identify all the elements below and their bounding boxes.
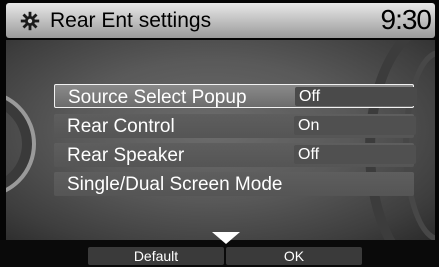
title-bar: Rear Ent settings 9:30	[6, 3, 435, 38]
setting-row-single-dual-screen-mode[interactable]: Single/Dual Screen Mode	[54, 172, 414, 196]
setting-row-rear-speaker[interactable]: Rear Speaker Off	[54, 143, 416, 167]
setting-label: Source Select Popup	[68, 87, 247, 108]
setting-label: Single/Dual Screen Mode	[67, 174, 283, 195]
scroll-down-arrow-icon[interactable]	[212, 232, 240, 244]
default-button[interactable]: Default	[88, 247, 224, 265]
setting-value: Off	[295, 87, 417, 106]
page-title: Rear Ent settings	[50, 9, 212, 32]
clock: 9:30	[380, 4, 432, 35]
setting-label: Rear Speaker	[67, 145, 185, 166]
setting-value: On	[294, 116, 416, 135]
setting-value: Off	[294, 145, 416, 164]
setting-row-rear-control[interactable]: Rear Control On	[54, 114, 416, 138]
setting-label: Rear Control	[67, 116, 175, 137]
settings-panel: Source Select Popup Off Rear Control On …	[6, 40, 435, 240]
rear-ent-settings-screen: Rear Ent settings 9:30 Source Select Pop…	[0, 0, 439, 267]
gear-icon	[20, 11, 40, 31]
setting-row-source-select-popup[interactable]: Source Select Popup Off	[54, 84, 417, 108]
decorative-dial-left	[6, 90, 36, 198]
ok-button[interactable]: OK	[226, 247, 362, 265]
